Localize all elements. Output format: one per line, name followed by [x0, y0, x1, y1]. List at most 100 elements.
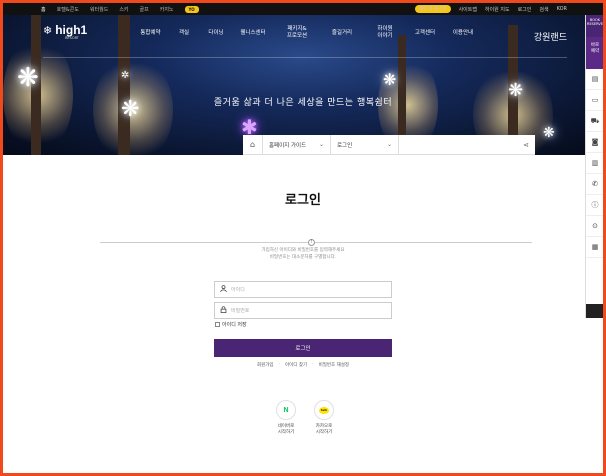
nav-label: 다이닝: [208, 29, 224, 36]
map-link[interactable]: 하이원 지도: [485, 6, 510, 13]
nav-item-package[interactable]: 패키지& 프로모션: [274, 25, 320, 41]
breadcrumb-page-dropdown[interactable]: 로그인 ⌄: [331, 134, 399, 155]
reserve-pill[interactable]: 예약 후 즐기기: [414, 5, 451, 13]
chevron-down-icon: ⌄: [386, 141, 392, 148]
nav-label: 이용안내: [452, 29, 474, 36]
utility-link-casino[interactable]: 카지노: [160, 6, 174, 13]
nav-item-wellness[interactable]: 웰니스센터: [232, 25, 274, 41]
home-icon[interactable]: ⌂: [243, 134, 263, 155]
nav-label: 객실: [178, 29, 190, 36]
browser-viewport: 홈 호텔&콘도 워터월드 스키 골프 카지노 YO 예약 후 즐기기 사이트맵 …: [3, 3, 603, 473]
page-title: 로그인: [285, 193, 321, 208]
snowflake-ornament: ❋: [17, 63, 39, 93]
calendar-icon[interactable]: ▤: [586, 69, 603, 90]
nav-item-support[interactable]: 고객센터: [406, 25, 444, 41]
utility-link-waterworld[interactable]: 워터월드: [90, 6, 108, 13]
section-divider: !: [100, 239, 532, 246]
login-notice: 가입하신 아이디와 비밀번호를 입력해주세요 비밀번호는 대소문자를 구별합니다…: [3, 247, 603, 261]
logo-text: high1: [55, 23, 88, 37]
breadcrumb-section-label: 홈페이지 가이드: [269, 142, 307, 149]
kakao-icon: talk: [314, 400, 334, 420]
naver-login[interactable]: N 네이버로 시작하기: [266, 400, 306, 436]
nav-label: 통합예약: [140, 29, 161, 36]
checkbox-icon: [215, 322, 220, 327]
naver-mark: N: [283, 406, 289, 414]
breadcrumb-section-dropdown[interactable]: 홈페이지 가이드 ⌄: [263, 134, 331, 155]
kakao-login[interactable]: talk 카카오로 시작하기: [304, 400, 344, 436]
nav-item-rooms[interactable]: 객실: [168, 25, 200, 41]
utility-menu: 홈 호텔&콘도 워터월드 스키 골프 카지노 YO: [41, 3, 199, 15]
quick-menu: BOOK RESERVE 바로 예약 ▤ ▭ ⛟ ◙ ▥ ✆ ⓘ ⊙ ▦: [585, 15, 603, 318]
nav-item-story[interactable]: 하이원 이야기: [364, 25, 406, 41]
nav-item-reservation[interactable]: 통합예약: [133, 25, 168, 41]
kakao-label: 카카오로 시작하기: [316, 424, 333, 436]
notice-line: 가입하신 아이디와 비밀번호를 입력해주세요: [261, 248, 345, 253]
password-field[interactable]: [214, 302, 392, 319]
notice-icon: !: [308, 239, 315, 246]
snowflake-logo-icon: ❄: [43, 23, 53, 37]
tree-trunk: [118, 15, 130, 155]
nav-item-activities[interactable]: 즐길거리: [320, 25, 364, 41]
snowflake-ornament: ✲: [121, 70, 130, 81]
car-icon[interactable]: ⛟: [586, 111, 603, 132]
nav-label: 패키지& 프로모션: [286, 26, 308, 39]
share-icon[interactable]: ⋖: [399, 141, 535, 149]
login-link[interactable]: 로그인: [518, 6, 532, 13]
link-separator: ·: [278, 362, 280, 367]
utility-bar: 홈 호텔&콘도 워터월드 스키 골프 카지노 YO 예약 후 즐기기 사이트맵 …: [3, 3, 603, 15]
chevron-down-icon: ⌄: [318, 141, 324, 148]
kangwonland-logo[interactable]: 강원랜드: [534, 30, 567, 43]
naver-icon: N: [276, 400, 296, 420]
quick-reserve-button[interactable]: 바로 예약: [586, 37, 603, 69]
language-select[interactable]: KOR: [557, 6, 567, 12]
building-icon[interactable]: ▥: [586, 153, 603, 174]
save-id-label: 아이디 저장: [222, 322, 247, 328]
reset-password-link[interactable]: 비밀번호 재설정: [319, 362, 349, 368]
location-icon[interactable]: ⊙: [586, 216, 603, 237]
snowflake-ornament: ❋: [383, 70, 397, 89]
logo-subtext: RESORT: [65, 36, 79, 40]
nav-label: 하이원 이야기: [377, 26, 393, 39]
ticket-icon[interactable]: ◙: [586, 132, 603, 153]
search-link[interactable]: 검색: [539, 6, 548, 13]
utility-link-ski[interactable]: 스키: [119, 6, 128, 13]
book-label[interactable]: BOOK RESERVE: [586, 15, 603, 37]
utility-link-home[interactable]: 홈: [41, 6, 46, 13]
naver-label: 네이버로 시작하기: [278, 424, 295, 436]
lock-icon: [215, 306, 231, 315]
high1-logo[interactable]: ❄ high1 RESORT: [43, 23, 88, 40]
nav-label: 고객센터: [414, 29, 436, 36]
breadcrumb-page-label: 로그인: [337, 142, 353, 149]
user-icon: [215, 285, 231, 294]
quick-menu-footer: [586, 304, 603, 318]
utility-right: 예약 후 즐기기 사이트맵 하이원 지도 로그인 검색 KOR: [414, 3, 567, 15]
nav-label: 즐길거리: [331, 29, 353, 36]
kakao-mark: talk: [319, 406, 329, 414]
sitemap-link[interactable]: 사이트맵: [459, 6, 477, 13]
notice-line: 비밀번호는 대소문자를 구별합니다.: [269, 255, 337, 260]
save-id-checkbox[interactable]: 아이디 저장: [215, 321, 247, 328]
account-links: 회원가입 · 아이디 찾기 · 비밀번호 재설정: [3, 362, 603, 368]
nav-item-guide[interactable]: 이용안내: [444, 25, 482, 41]
share-glyph: ⋖: [523, 140, 529, 149]
hero-slogan: 즐거움 삶과 더 나은 세상을 만드는 행복쉼터: [213, 98, 393, 108]
naver-label-line: 시작하기: [277, 430, 295, 435]
nav-divider: [43, 57, 567, 58]
nav-item-dining[interactable]: 다이닝: [200, 25, 232, 41]
breadcrumb: ⌂ 홈페이지 가이드 ⌄ 로그인 ⌄ ⋖: [243, 134, 535, 155]
yo-badge[interactable]: YO: [184, 5, 199, 13]
link-separator: ·: [312, 362, 314, 367]
id-field[interactable]: [214, 281, 392, 298]
bus-icon[interactable]: ▭: [586, 90, 603, 111]
id-input[interactable]: [231, 286, 391, 293]
kakao-label-line: 시작하기: [315, 430, 333, 435]
password-input[interactable]: [231, 307, 391, 314]
utility-link-golf[interactable]: 골프: [140, 6, 149, 13]
main-nav: 통합예약 객실 다이닝 웰니스센터 패키지& 프로모션 즐길거리 하이원 이야기…: [133, 25, 482, 41]
snowflake-ornament: ❋: [543, 125, 555, 141]
nav-label: 웰니스센터: [240, 29, 266, 36]
find-id-link[interactable]: 아이디 찾기: [285, 362, 307, 368]
utility-link-hotel[interactable]: 호텔&콘도: [57, 6, 79, 13]
login-button[interactable]: 로그인: [214, 339, 392, 357]
signup-link[interactable]: 회원가입: [257, 362, 274, 368]
